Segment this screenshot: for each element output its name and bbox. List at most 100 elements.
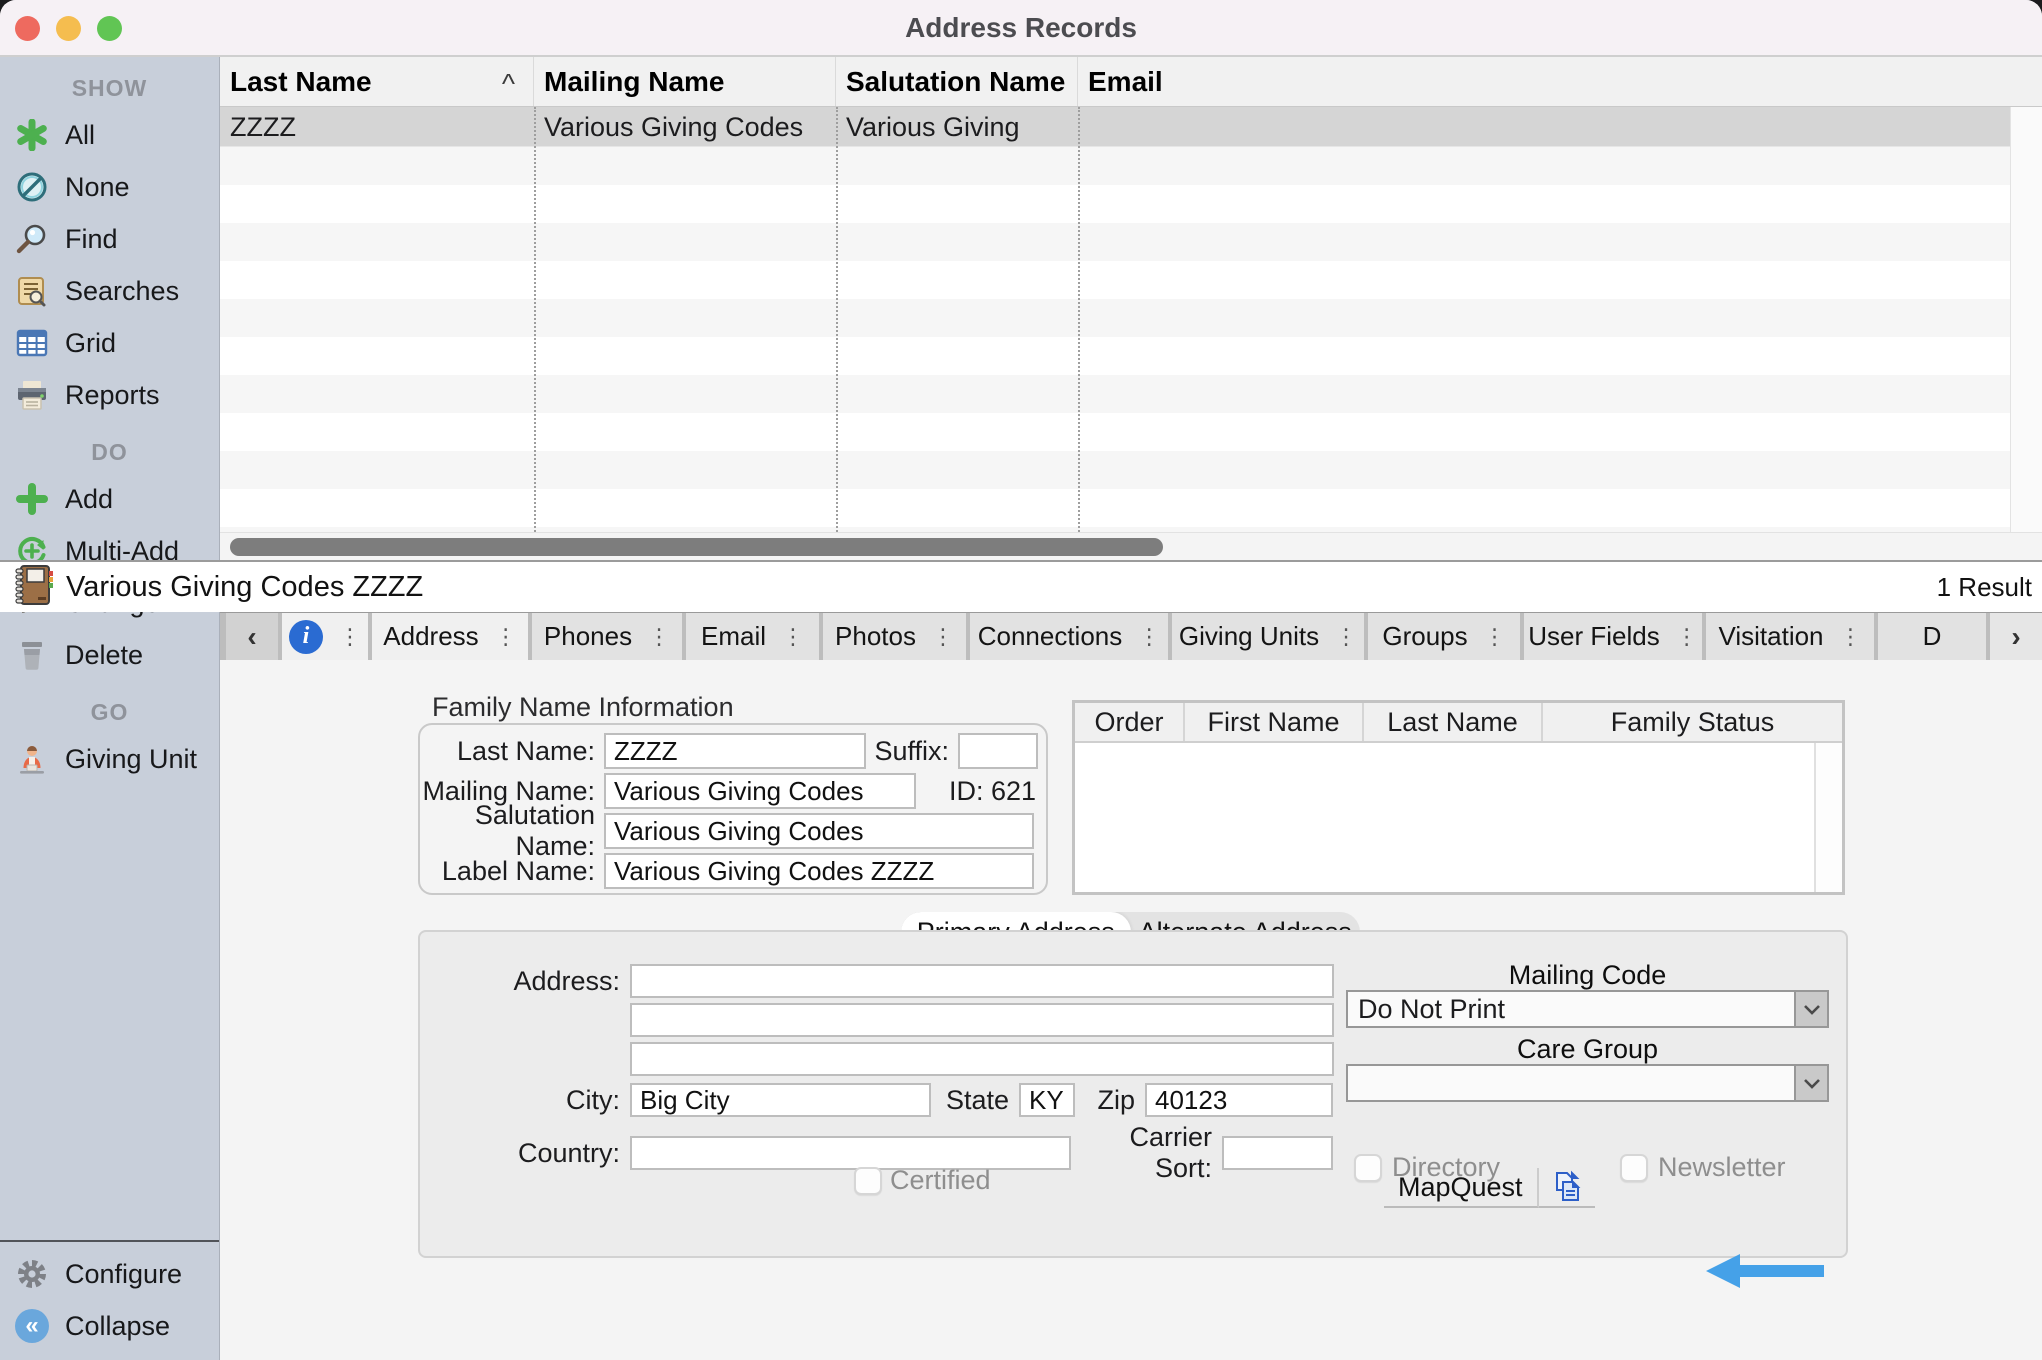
tab-info[interactable]: i ⋮ [282,613,368,660]
table-row[interactable]: ZZZZ Various Giving Codes Various Giving… [220,107,2010,147]
sidebar-item-add[interactable]: Add [0,473,219,525]
salutation-name-field[interactable] [604,813,1034,849]
sidebar-item-reports[interactable]: Reports [0,369,219,421]
mailing-code-select[interactable]: Do Not Print [1346,990,1829,1028]
label-name-field[interactable] [604,853,1034,889]
copy-icon [1549,1169,1585,1205]
care-group-select[interactable] [1346,1064,1829,1102]
tab-partial[interactable]: D [1878,613,1986,660]
zip-label: Zip [1075,1085,1145,1116]
column-header-email[interactable]: Email [1078,57,2042,106]
tab-giving-units[interactable]: Giving Units ⋮ [1172,613,1364,660]
tab-menu-icon[interactable]: ⋮ [782,624,804,650]
sidebar-item-collapse[interactable]: « Collapse [0,1300,219,1352]
state-field[interactable] [1019,1083,1075,1117]
family-info-legend: Family Name Information [432,692,734,723]
tab-address[interactable]: Address ⋮ [372,613,528,660]
city-field[interactable] [630,1083,931,1117]
tab-menu-icon[interactable]: ⋮ [1840,624,1862,650]
tab-menu-icon[interactable]: ⋮ [1676,624,1698,650]
sidebar-item-find[interactable]: Find [0,213,219,265]
tab-connections[interactable]: Connections ⋮ [970,613,1168,660]
sidebar-item-all[interactable]: All [0,109,219,161]
address-line1-field[interactable] [630,964,1334,998]
sidebar-item-label: Grid [65,328,116,359]
tabs-scroll-right-button[interactable]: › [1990,613,2042,660]
mailing-code-value: Do Not Print [1348,994,1794,1025]
address-line2-field[interactable] [630,1003,1334,1037]
tab-label: Address [383,621,478,652]
column-header-last-name[interactable]: Last Name [1364,703,1543,741]
column-header-order[interactable]: Order [1075,703,1185,741]
members-scrollbar[interactable] [1814,743,1842,892]
chevron-down-icon[interactable] [1794,992,1827,1026]
suffix-field[interactable] [958,733,1038,769]
tabs-scroll-left-button[interactable]: ‹ [226,613,278,660]
chevron-down-icon[interactable] [1794,1066,1827,1100]
tab-user-fields[interactable]: User Fields ⋮ [1524,613,1702,660]
plus-icon [14,481,50,517]
copy-address-button[interactable] [1539,1168,1595,1208]
titlebar: Address Records [0,0,2042,57]
tab-menu-icon[interactable]: ⋮ [339,624,361,650]
tab-photos[interactable]: Photos ⋮ [823,613,966,660]
horizontal-scrollbar[interactable] [220,532,2042,560]
cell-last-name: ZZZZ [220,107,534,146]
members-table: Order First Name Last Name Family Status [1072,700,1845,895]
column-header-last-name[interactable]: Last Name ^ [220,57,534,106]
tab-menu-icon[interactable]: ⋮ [648,624,670,650]
sidebar-item-configure[interactable]: Configure [0,1248,219,1300]
column-header-mailing-name[interactable]: Mailing Name [534,57,836,106]
tab-phones[interactable]: Phones ⋮ [532,613,682,660]
label-name-label: Label Name: [420,856,604,887]
tab-groups[interactable]: Groups ⋮ [1368,613,1520,660]
sidebar-item-label: Find [65,224,118,255]
tab-email[interactable]: Email ⋮ [686,613,819,660]
sidebar-item-delete[interactable]: Delete [0,629,219,681]
address-line3-field[interactable] [630,1042,1334,1076]
members-table-body [1075,743,1842,892]
column-header-salutation-name[interactable]: Salutation Name [836,57,1078,106]
column-header-family-status[interactable]: Family Status [1543,703,1842,741]
carrier-sort-field[interactable] [1222,1136,1333,1170]
tab-menu-icon[interactable]: ⋮ [1484,624,1506,650]
certified-label: Certified [890,1165,991,1196]
directory-checkbox[interactable] [1354,1154,1382,1182]
records-table-body: ZZZZ Various Giving Codes Various Giving… [220,107,2010,532]
sidebar-item-searches[interactable]: Searches [0,265,219,317]
certified-checkbox[interactable] [854,1167,882,1195]
sidebar-item-none[interactable]: None [0,161,219,213]
tab-visitation[interactable]: Visitation ⋮ [1706,613,1874,660]
sidebar-item-giving-unit[interactable]: Giving Unit [0,733,219,785]
asterisk-icon [14,117,50,153]
column-separator [836,107,838,532]
scrollbar-thumb[interactable] [230,538,1163,556]
column-label: Last Name [230,66,372,97]
sidebar-item-label: Reports [65,380,160,411]
column-separator [1078,107,1080,532]
sidebar: SHOW All None Find [0,57,220,1360]
sidebar-item-grid[interactable]: Grid [0,317,219,369]
state-label: State [931,1085,1019,1116]
info-icon: i [289,620,323,654]
carrier-sort-label: Carrier Sort: [1071,1122,1222,1184]
tab-label: Photos [835,621,916,652]
printer-icon [14,377,50,413]
suffix-label: Suffix: [866,736,958,767]
address-book-icon [14,563,54,612]
tab-label: Connections [978,621,1123,652]
column-label: Salutation Name [846,66,1065,97]
mailing-name-field[interactable] [604,773,916,809]
vertical-scrollbar[interactable] [2010,107,2042,532]
last-name-field[interactable] [604,733,866,769]
tab-menu-icon[interactable]: ⋮ [1335,624,1357,650]
tab-menu-icon[interactable]: ⋮ [495,624,517,650]
empty-rows [220,147,2010,532]
country-field[interactable] [630,1136,1071,1170]
column-header-first-name[interactable]: First Name [1185,703,1364,741]
trash-icon [14,637,50,673]
tab-menu-icon[interactable]: ⋮ [1138,624,1160,650]
zip-field[interactable] [1145,1083,1333,1117]
tab-menu-icon[interactable]: ⋮ [932,624,954,650]
newsletter-checkbox[interactable] [1620,1154,1648,1182]
